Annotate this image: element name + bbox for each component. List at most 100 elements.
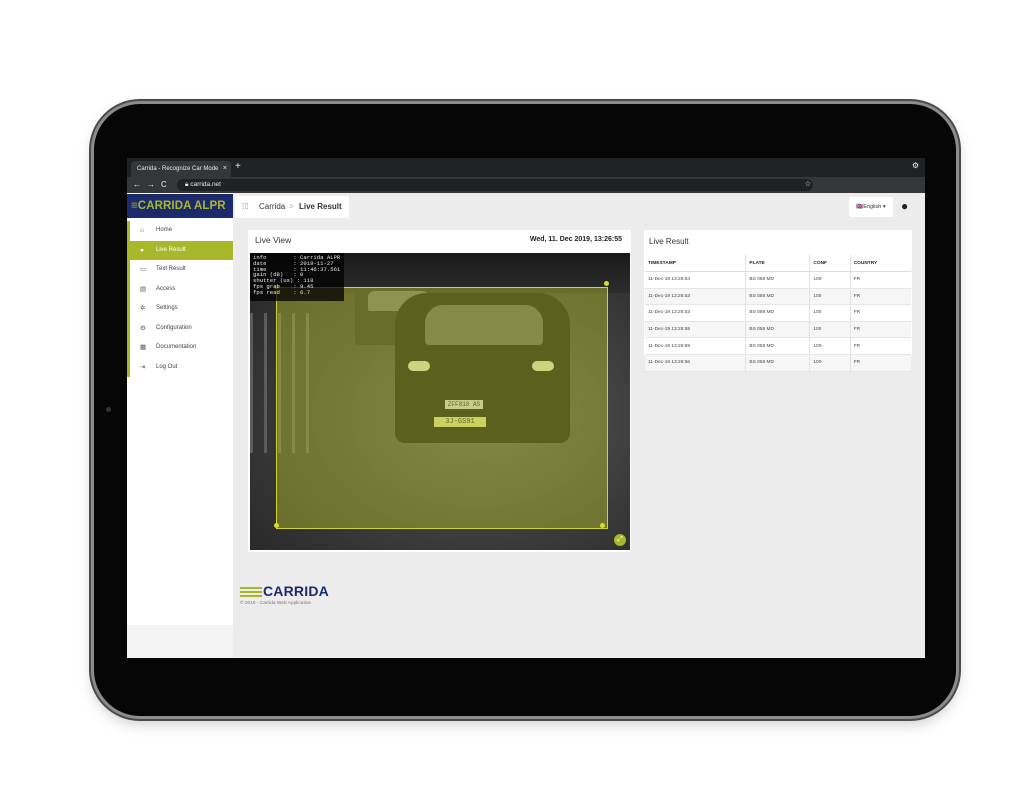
app-body: ≡CARRIDA ALPR ⌂ Home ● Live Result ▭ Tex… (127, 193, 925, 658)
footer-logo-text: CARRIDA (263, 583, 329, 599)
settings-icon: ✲ (140, 305, 146, 312)
cell-plate: BS 058 MD (745, 271, 810, 289)
live-result-card: Live Result TIMESTAMP PLATE CONF COUNTRY… (644, 230, 912, 372)
cell-plate: BS 058 MD (745, 304, 810, 322)
sidebar-item-documentation[interactable]: ▦ Documentation (127, 338, 233, 358)
tab-title: Carrida - Recognize Car Mode (137, 166, 219, 172)
cell-country: FR (849, 288, 911, 306)
browser-tab-bar: Carrida - Recognize Car Mode × + ⚙ (127, 158, 925, 177)
sidebar-item-label: Text Result (156, 266, 186, 272)
reload-icon[interactable]: C (161, 178, 167, 192)
live-view-title: Live View (255, 235, 292, 245)
table-row[interactable]: 11-Dec-19 13:26:53 BS 058 MD 100 FR (645, 304, 911, 322)
cell-country: FR (849, 337, 911, 355)
browser-tab[interactable]: Carrida - Recognize Car Mode × (131, 161, 231, 177)
sidebar-item-label: Access (156, 285, 176, 292)
cell-country: FR (849, 321, 911, 339)
tablet-camera (106, 407, 111, 412)
sidebar-item-settings[interactable]: ✲ Settings (127, 299, 233, 319)
new-tab-button[interactable]: + (235, 160, 241, 174)
back-icon[interactable]: ← (133, 178, 141, 192)
camera-icon: ● (140, 246, 144, 254)
table-row[interactable]: 11-Dec-19 13:26:56 BS 058 MD 100 FR (645, 354, 911, 372)
breadcrumb-separator: > (289, 202, 294, 211)
column-header-conf[interactable]: CONF (809, 255, 851, 272)
table-row[interactable]: 11-Dec-19 13:26:53 BS 058 MD 100 FR (645, 288, 911, 306)
url-text: carrida.net (190, 181, 221, 188)
cell-conf: 100 (809, 304, 851, 322)
table-row[interactable]: 11-Dec-19 13:26:54 BS 058 MD 100 FR (645, 271, 911, 289)
region-handle-br[interactable] (600, 523, 605, 528)
detection-region[interactable] (276, 287, 608, 529)
sidebar-item-label: Home (156, 227, 173, 233)
breadcrumb-root[interactable]: Carrida (259, 196, 285, 218)
sidebar-item-live-result[interactable]: ● Live Result (127, 240, 233, 260)
home-icon: ⌂ (140, 227, 144, 234)
camera-feed[interactable]: ZFF818 AS 3J-GS91 info : Carrida ALPR da… (250, 253, 630, 550)
documentation-icon: ▦ (140, 344, 147, 351)
footer-copyright: © 2019 - Carrida Web Application (240, 601, 312, 606)
sidebar-item-configuration[interactable]: ⚙ Configuration (127, 318, 233, 338)
grid-menu-icon[interactable]: ⁞⁞⁞ (242, 196, 249, 218)
cell-timestamp: 11-Dec-19 13:26:54 (645, 271, 746, 289)
region-handle-bl[interactable] (274, 523, 279, 528)
column-header-timestamp[interactable]: TIMESTAMP (645, 255, 746, 272)
cell-plate: BS 058 MD (745, 337, 810, 355)
app-logo[interactable]: ≡CARRIDA ALPR (127, 194, 233, 218)
cell-conf: 100 (809, 321, 851, 339)
cell-timestamp: 11-Dec-19 13:26:53 (645, 304, 746, 322)
cell-plate: BS 058 MD (745, 321, 810, 339)
sidebar-footer (127, 625, 233, 658)
table-row[interactable]: 11-Dec-19 13:26:59 BS 058 MD 100 FR (645, 337, 911, 355)
user-avatar-icon[interactable]: ● (901, 199, 915, 213)
sidebar-item-text-result[interactable]: ▭ Text Result (127, 260, 233, 280)
sidebar-menu: ⌂ Home ● Live Result ▭ Text Result ▤ Acc… (127, 221, 233, 377)
column-header-plate[interactable]: PLATE (745, 255, 810, 272)
fullscreen-icon[interactable]: ⤢ (614, 534, 626, 546)
cell-conf: 100 (809, 354, 851, 372)
live-result-table: TIMESTAMP PLATE CONF COUNTRY 11-Dec-19 1… (645, 255, 911, 372)
sidebar-item-label: Live Result (156, 246, 186, 253)
camera-info-overlay: info : Carrida ALPR date : 2019-11-27 ti… (250, 253, 344, 301)
cell-timestamp: 11-Dec-19 13:26:59 (645, 337, 746, 355)
table-header-row: TIMESTAMP PLATE CONF COUNTRY (645, 255, 911, 272)
sidebar-item-label: Settings (156, 305, 178, 311)
footer-logo: CARRIDA (240, 583, 329, 599)
access-icon: ▤ (140, 285, 147, 293)
sidebar: ≡CARRIDA ALPR ⌂ Home ● Live Result ▭ Tex… (127, 193, 233, 658)
cell-country: FR (849, 271, 911, 289)
logout-icon: ⇥ (140, 363, 146, 371)
cell-timestamp: 11-Dec-19 13:26:56 (645, 354, 746, 372)
column-header-country[interactable]: COUNTRY (849, 255, 911, 272)
breadcrumb-current: Live Result (299, 202, 342, 211)
sidebar-item-log-out[interactable]: ⇥ Log Out (127, 357, 233, 377)
cell-country: FR (849, 354, 911, 372)
language-selector[interactable]: 🇬🇧English ▾ (849, 197, 893, 217)
bookmark-star-icon[interactable]: ☆ (805, 179, 811, 191)
browser-settings-icon[interactable]: ⚙ (912, 161, 919, 170)
gear-icon: ⚙ (140, 324, 146, 332)
live-result-title: Live Result (649, 237, 689, 246)
cell-country: FR (849, 304, 911, 322)
url-field[interactable]: 🔒︎ carrida.net (177, 179, 813, 191)
sidebar-item-label: Configuration (156, 324, 192, 331)
cell-conf: 100 (809, 288, 851, 306)
browser-address-bar: ← → C 🔒︎ carrida.net ☆ (127, 177, 925, 193)
live-view-card: Live View Wed, 11. Dec 2019, 13:26:55 ZF… (248, 230, 631, 552)
cell-plate: BS 058 MD (745, 354, 810, 372)
carrida-stripes-icon (240, 587, 262, 597)
table-row[interactable]: 11-Dec-19 13:26:59 BS 058 MD 100 FR (645, 321, 911, 339)
cell-timestamp: 11-Dec-19 13:26:59 (645, 321, 746, 339)
tab-close-icon[interactable]: × (223, 161, 227, 177)
sidebar-item-home[interactable]: ⌂ Home (127, 221, 233, 241)
cell-conf: 100 (809, 271, 851, 289)
sidebar-item-access[interactable]: ▤ Access (127, 279, 233, 299)
breadcrumb: ⁞⁞⁞ Carrida > Live Result (235, 196, 349, 218)
region-handle-tr[interactable] (604, 281, 609, 286)
forward-icon[interactable]: → (147, 178, 155, 192)
cell-plate: BS 058 MD (745, 288, 810, 306)
sidebar-item-label: Documentation (156, 344, 197, 350)
sidebar-item-label: Log Out (156, 363, 178, 370)
cell-timestamp: 11-Dec-19 13:26:53 (645, 288, 746, 306)
text-result-icon: ▭ (140, 266, 147, 273)
